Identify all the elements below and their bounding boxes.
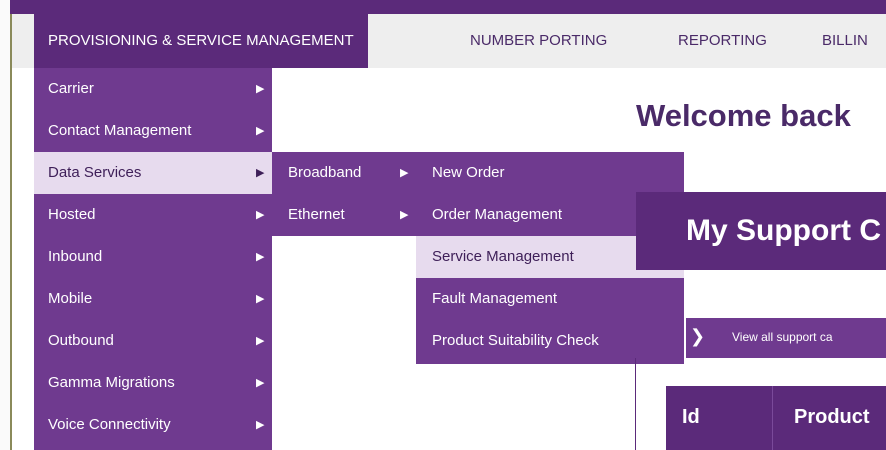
submenu-arrow-icon: ▶: [256, 83, 265, 95]
left-border: [0, 0, 12, 450]
menu-item-gamma-migrations[interactable]: Gamma Migrations ▶: [34, 362, 272, 404]
menu-item-inbound[interactable]: Inbound ▶: [34, 236, 272, 278]
welcome-heading: Welcome back: [636, 98, 851, 133]
menu-item-label: Ethernet: [288, 206, 345, 223]
menu-item-label: Outbound: [48, 332, 114, 349]
menu-item-label: Broadband: [288, 164, 362, 181]
menu-level2: Broadband ▶ Ethernet ▶: [272, 152, 416, 236]
menu-item-carrier[interactable]: Carrier ▶: [34, 68, 272, 110]
menu-item-label: Data Services: [48, 164, 142, 181]
view-all-link[interactable]: View all support ca: [732, 330, 833, 344]
menu-item-mobile[interactable]: Mobile ▶: [34, 278, 272, 320]
submenu-arrow-icon: ▶: [256, 125, 265, 137]
submenu-arrow-icon: ▶: [256, 209, 265, 221]
nav-tab-billing[interactable]: BILLIN: [822, 14, 868, 68]
menu-item-label: Gamma Migrations: [48, 374, 175, 391]
top-strip: [10, 0, 886, 14]
column-header-product[interactable]: Product: [794, 406, 870, 429]
menu-item-data-services[interactable]: Data Services ▶: [34, 152, 272, 194]
submenu-arrow-icon: ▶: [256, 167, 265, 179]
menu-item-hosted[interactable]: Hosted ▶: [34, 194, 272, 236]
nav-tab-number-porting[interactable]: NUMBER PORTING: [470, 14, 607, 68]
submenu-arrow-icon: ▶: [256, 419, 265, 431]
submenu-arrow-icon: ▶: [256, 293, 265, 305]
menu-item-new-order[interactable]: New Order: [416, 152, 684, 194]
submenu-arrow-icon: ▶: [256, 377, 265, 389]
submenu-arrow-icon: ▶: [400, 167, 409, 179]
menu-item-contact-management[interactable]: Contact Management ▶: [34, 110, 272, 152]
nav-tab-provisioning[interactable]: PROVISIONING & SERVICE MANAGEMENT: [34, 14, 368, 68]
support-title: My Support C: [686, 214, 881, 247]
nav-tab-reporting[interactable]: REPORTING: [678, 14, 767, 68]
divider-line: [635, 358, 636, 450]
menu-item-label: Inbound: [48, 248, 103, 265]
menu-level1: Carrier ▶ Contact Management ▶ Data Serv…: [34, 68, 272, 450]
menu-item-label: Hosted: [48, 206, 96, 223]
menu-item-broadband[interactable]: Broadband ▶: [272, 152, 416, 194]
menu-item-label: Carrier: [48, 80, 94, 97]
menu-item-label: Voice Connectivity: [48, 416, 171, 433]
chevron-right-icon: ❯: [690, 326, 706, 346]
menu-item-voice-connectivity[interactable]: Voice Connectivity ▶: [34, 404, 272, 446]
submenu-arrow-icon: ▶: [256, 251, 265, 263]
submenu-arrow-icon: ▶: [256, 335, 265, 347]
menu-item-product-suitability-check[interactable]: Product Suitability Check: [416, 320, 684, 362]
menu-item-ethernet[interactable]: Ethernet ▶: [272, 194, 416, 236]
submenu-arrow-icon: ▶: [400, 209, 409, 221]
column-separator: [772, 386, 773, 450]
menu-item-label: Mobile: [48, 290, 93, 307]
menu-item-fault-management[interactable]: Fault Management: [416, 278, 684, 320]
menu-item-outbound[interactable]: Outbound ▶: [34, 320, 272, 362]
menu-item-label: Contact Management: [48, 122, 192, 139]
column-header-id[interactable]: Id: [682, 406, 700, 429]
